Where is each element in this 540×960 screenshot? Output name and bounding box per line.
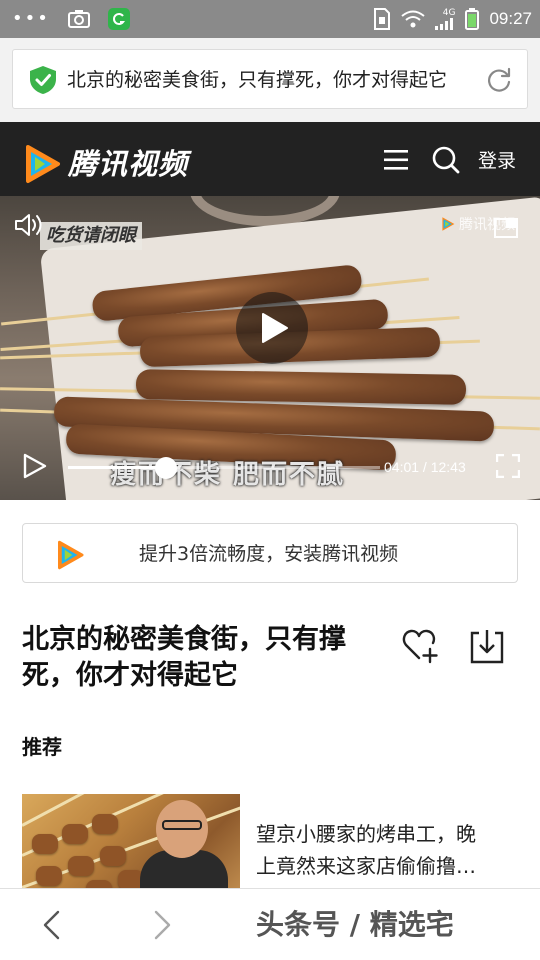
total-time: 12:43 (430, 459, 466, 475)
address-bar[interactable]: 北京的秘密美食街，只有撑死，你才对得起它 (12, 49, 528, 109)
volume-icon[interactable] (14, 212, 46, 238)
thumb-meat (36, 866, 62, 886)
sim-icon (374, 8, 391, 30)
install-app-banner[interactable]: 提升3倍流畅度，安装腾讯视频 (22, 523, 518, 583)
thumb-meat (92, 814, 118, 834)
page-title: 北京的秘密美食街，只有撑死，你才对得起它 (22, 624, 346, 691)
battery-icon (465, 8, 480, 30)
watermark-text: 头条号 / 精选宅 (256, 908, 454, 941)
recommend-title-line: 望京小腰家的烤串工，晚 (256, 822, 476, 846)
recommend-title-line: 上竟然来这家店偷偷撸… (256, 854, 476, 878)
thumb-meat (68, 856, 94, 876)
small-window-icon[interactable] (494, 218, 518, 238)
shield-check-icon (30, 66, 56, 94)
back-arrow-icon[interactable] (38, 909, 66, 941)
play-icon (262, 313, 288, 343)
download-icon[interactable] (470, 628, 504, 664)
fullscreen-icon[interactable] (496, 454, 520, 478)
video-player[interactable]: 吃货请闭眼 腾讯视频 瘦而不柴 肥而不腻 04:01 / 12:43 (0, 196, 540, 500)
thumb-meat (32, 834, 58, 854)
favorite-add-icon[interactable] (402, 628, 440, 664)
progress-fill (68, 466, 167, 469)
site-header: 腾讯视频 登录 (0, 122, 540, 196)
status-bar: ••• 4G 09:27 (0, 0, 540, 38)
address-bar-title: 北京的秘密美食街，只有撑死，你才对得起它 (67, 69, 448, 91)
thumb-meat (62, 824, 88, 844)
video-ribbon-text: 吃货请闭眼 (40, 222, 142, 250)
wifi-icon (401, 10, 426, 28)
app-badge-icon (107, 8, 130, 30)
search-icon[interactable] (432, 146, 460, 174)
login-button[interactable]: 登录 (478, 148, 516, 174)
network-type: 4G (442, 7, 456, 18)
play-icon[interactable] (22, 452, 48, 480)
clock: 09:27 (489, 9, 532, 28)
thumb-meat (100, 846, 126, 866)
tencent-video-logo (58, 540, 84, 570)
recommend-title[interactable]: 望京小腰家的烤串工，晚 上竟然来这家店偷偷撸… (256, 818, 518, 882)
tencent-video-logo[interactable] (22, 144, 62, 184)
notification-dots-icon: ••• (12, 8, 50, 29)
thumb-person-glasses (162, 820, 202, 830)
video-frame-kebab (135, 369, 467, 405)
center-play-button[interactable] (236, 292, 308, 364)
video-time: 04:01 / 12:43 (384, 459, 466, 475)
browser-bottom-bar: 头条号 / 精选宅 (0, 888, 540, 960)
browser-toolbar: 北京的秘密美食街，只有撑死，你才对得起它 (0, 38, 540, 122)
network-indicator: 4G (435, 7, 456, 30)
tencent-video-logo-small (442, 217, 455, 231)
recommend-heading: 推荐 (22, 735, 62, 759)
brand-name[interactable]: 腾讯视频 (68, 142, 188, 186)
forward-arrow-icon[interactable] (148, 909, 176, 941)
camera-icon (67, 10, 90, 28)
progress-slider[interactable] (68, 457, 380, 479)
video-subtitle: 瘦而不柴 肥而不腻 (110, 460, 346, 490)
current-time: 04:01 (384, 459, 420, 475)
list-item[interactable]: 望京小腰家的烤串工，晚 上竟然来这家店偷偷撸… (22, 794, 518, 904)
install-banner-text: 提升3倍流畅度，安装腾讯视频 (139, 543, 399, 565)
signal-icon (435, 17, 454, 30)
reload-icon[interactable] (485, 66, 513, 94)
menu-icon[interactable] (384, 149, 408, 171)
